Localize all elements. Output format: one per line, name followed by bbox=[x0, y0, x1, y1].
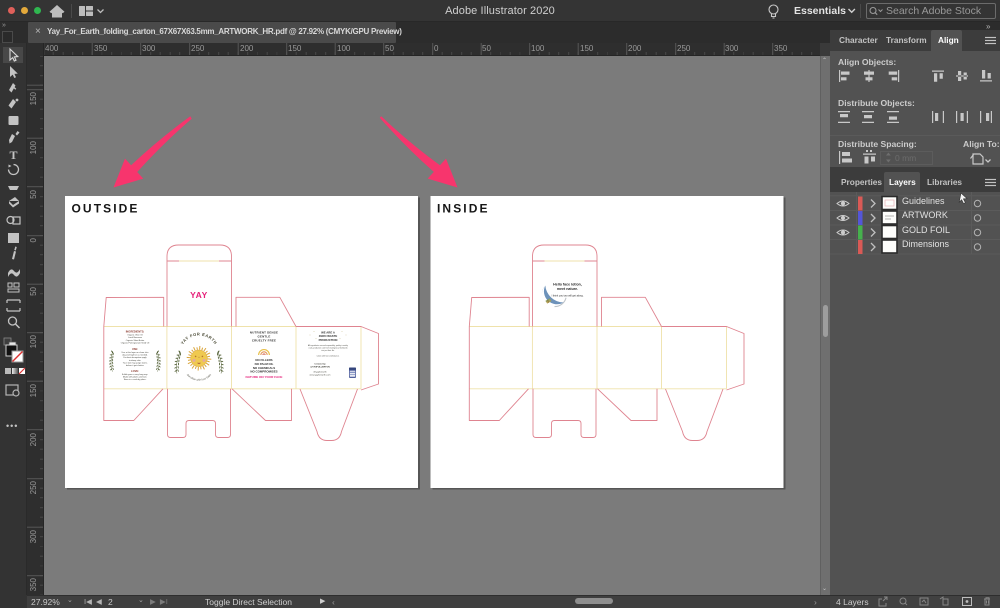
svg-text:Organic Shea Butter: Organic Shea Butter bbox=[126, 339, 145, 342]
svg-text:•••: ••• bbox=[6, 421, 18, 431]
svg-text:@yayforearth: @yayforearth bbox=[313, 370, 327, 373]
svg-text:www.yayforearth.com: www.yayforearth.com bbox=[310, 373, 331, 376]
svg-text:Your skin may purge toxins: Your skin may purge toxins bbox=[123, 361, 148, 364]
svg-text:meet nature.: meet nature. bbox=[557, 287, 578, 291]
svg-text:Organic Pomegranate Seed Oil: Organic Pomegranate Seed Oil bbox=[121, 341, 150, 344]
svg-text:before it gets better.: before it gets better. bbox=[126, 364, 145, 367]
svg-text:to damp skin.: to damp skin. bbox=[129, 359, 142, 362]
svg-text:CRUELTY FREE: CRUELTY FREE bbox=[252, 339, 276, 343]
svg-text:Created by: Created by bbox=[314, 362, 326, 365]
svg-text:For best absorption apply: For best absorption apply bbox=[123, 356, 147, 359]
svg-text:Hello face lotion,: Hello face lotion, bbox=[553, 283, 582, 287]
svg-text:Use a thin layer on clean skin: Use a thin layer on clean skin bbox=[122, 351, 149, 354]
svg-text:LOVE:: LOVE: bbox=[131, 369, 139, 373]
svg-text:USE:: USE: bbox=[132, 347, 138, 351]
svg-text:Lotion with love and balance.: Lotion with love and balance. bbox=[317, 354, 340, 357]
svg-text:Store in a cool dry place.: Store in a cool dry place. bbox=[124, 378, 147, 381]
svg-text:Made with plants and love.: Made with plants and love. bbox=[123, 375, 148, 378]
svg-text:@VIVIFULLERTON: @VIVIFULLERTON bbox=[310, 366, 330, 368]
svg-text:day and night or as needed.: day and night or as needed. bbox=[122, 354, 148, 357]
svg-text:Organic Olive Oil: Organic Olive Oil bbox=[127, 334, 143, 337]
svg-text:YAY: YAY bbox=[190, 290, 208, 300]
svg-text:NATURE ON YOUR FACE: NATURE ON YOUR FACE bbox=[245, 375, 282, 379]
svg-text:INGREDIENTS:: INGREDIENTS: bbox=[126, 330, 145, 334]
svg-text:T: T bbox=[9, 148, 17, 162]
svg-text:INSIDE: INSIDE bbox=[437, 202, 490, 216]
svg-text:into just their life.: into just their life. bbox=[321, 349, 335, 352]
svg-text:PRODUCTION: PRODUCTION bbox=[319, 338, 338, 342]
svg-text:0 mm: 0 mm bbox=[895, 153, 916, 163]
svg-text:OUTSIDE: OUTSIDE bbox=[72, 202, 140, 216]
svg-text:A little goes a very long way.: A little goes a very long way. bbox=[122, 373, 148, 376]
svg-text:I think you two will get along: I think you two will get along. bbox=[552, 294, 584, 297]
svg-text:NO COMPROMISES: NO COMPROMISES bbox=[250, 370, 277, 374]
